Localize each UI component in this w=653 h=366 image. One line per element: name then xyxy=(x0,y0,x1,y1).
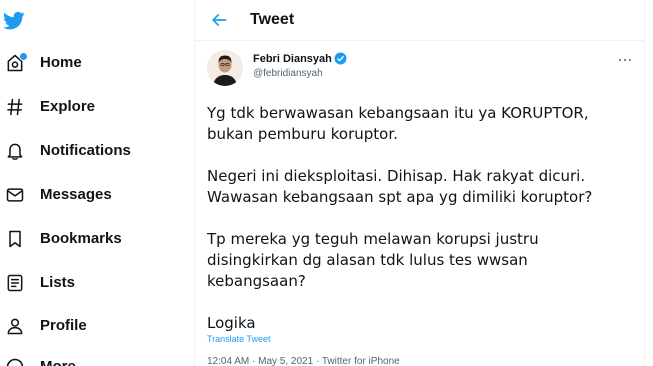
sidebar-item-label: Lists xyxy=(40,274,76,291)
sidebar-item-notifications[interactable]: Notifications xyxy=(0,136,190,166)
tweet-metadata: 12:04 AM · May 5, 2021 · Twitter for iPh… xyxy=(207,356,400,366)
translate-tweet-link[interactable]: Translate Tweet xyxy=(207,334,271,344)
envelope-icon xyxy=(4,184,26,206)
author-handle[interactable]: @febridiansyah xyxy=(253,68,323,79)
sidebar-item-more[interactable]: More xyxy=(0,352,190,366)
avatar[interactable] xyxy=(207,50,243,86)
tweet-paragraph: Negeri ini dieksploitasi. Dihisap. Hak r… xyxy=(207,167,593,206)
sidebar-nav: Home Explore Notifications Messages Book xyxy=(0,0,194,366)
more-options-icon[interactable] xyxy=(618,52,632,66)
tweet-paragraph: Yg tdk berwawasan kebangsaan itu ya KORU… xyxy=(207,104,589,143)
sidebar-item-label: Explore xyxy=(40,98,96,115)
back-arrow-icon[interactable] xyxy=(209,10,229,30)
bookmark-icon xyxy=(4,228,26,250)
sidebar-item-profile[interactable]: Profile xyxy=(0,311,190,341)
author-name[interactable]: Febri Diansyah xyxy=(253,53,332,65)
bell-icon xyxy=(4,140,26,162)
sidebar-item-bookmarks[interactable]: Bookmarks xyxy=(0,224,190,254)
sidebar-item-home[interactable]: Home xyxy=(0,48,190,78)
list-icon xyxy=(4,272,26,294)
sidebar-item-explore[interactable]: Explore xyxy=(0,92,190,122)
page-header: Tweet xyxy=(195,0,644,41)
tweet-text: Yg tdk berwawasan kebangsaan itu ya KORU… xyxy=(207,103,637,334)
verified-badge-icon xyxy=(334,52,347,65)
sidebar-item-label: More xyxy=(40,358,76,366)
sidebar-item-lists[interactable]: Lists xyxy=(0,268,190,298)
sidebar-item-label: Profile xyxy=(40,317,87,334)
app-root: Home Explore Notifications Messages Book xyxy=(0,0,653,366)
more-circle-icon xyxy=(4,356,26,366)
sidebar-item-label: Bookmarks xyxy=(40,230,122,247)
sidebar-item-label: Messages xyxy=(40,186,112,203)
tweet-paragraph: Logika xyxy=(207,314,256,332)
sidebar-item-label: Notifications xyxy=(40,142,131,159)
tweet-detail-column: Tweet Febri Diansyah @febridiansyah Yg t… xyxy=(194,0,645,366)
page-title: Tweet xyxy=(250,11,295,28)
sidebar-item-messages[interactable]: Messages xyxy=(0,180,190,210)
hashtag-icon xyxy=(4,96,26,118)
home-icon xyxy=(4,52,28,74)
person-icon xyxy=(4,315,26,337)
sidebar-item-label: Home xyxy=(40,54,82,71)
twitter-logo-icon[interactable] xyxy=(2,11,25,31)
tweet-paragraph: Tp mereka yg teguh melawan korupsi justr… xyxy=(207,230,539,290)
notification-dot xyxy=(19,52,28,61)
